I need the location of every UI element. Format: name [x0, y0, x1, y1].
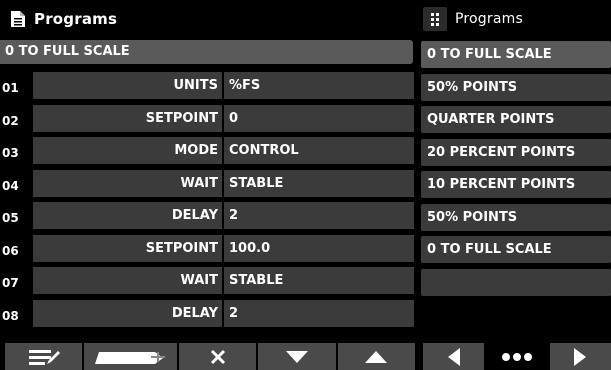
program-list-item[interactable]: 10 PERCENT POINTS: [421, 171, 611, 198]
step-index: 08: [2, 308, 19, 323]
page-title: Programs: [34, 10, 118, 28]
next-icon: [574, 347, 587, 366]
step-value[interactable]: 2: [224, 202, 414, 229]
program-list-item[interactable]: 50% POINTS: [421, 203, 611, 231]
step-parameter[interactable]: SETPOINT: [33, 234, 222, 262]
step-index: 06: [2, 243, 19, 258]
prev-icon: [447, 347, 460, 366]
step-row[interactable]: 08 DELAY 2: [0, 299, 415, 333]
list-header: Programs: [421, 0, 611, 38]
step-row[interactable]: 04 WAIT STABLE: [0, 169, 415, 203]
step-index: 05: [2, 211, 19, 225]
selected-program-name[interactable]: 0 TO FULL SCALE: [0, 40, 413, 64]
program-list-panel: Programs 0 TO FULL SCALE 50% POINTS QUAR…: [421, 0, 611, 370]
delete-icon: [210, 349, 226, 365]
step-parameter[interactable]: DELAY: [33, 202, 222, 229]
add-step-icon: [93, 348, 169, 366]
add-step-button[interactable]: [84, 343, 178, 370]
step-row[interactable]: 01 UNITS %FS: [0, 72, 415, 105]
step-index: 04: [2, 178, 19, 193]
step-row[interactable]: 02 SETPOINT 0: [0, 104, 415, 138]
step-parameter[interactable]: UNITS: [33, 72, 222, 99]
program-steps-table: 01 UNITS %FS 02 SETPOINT 0 03 MODE CONTR…: [0, 72, 415, 332]
step-parameter[interactable]: MODE: [33, 137, 222, 164]
step-parameter[interactable]: WAIT: [33, 169, 222, 197]
step-value[interactable]: 0: [224, 104, 414, 132]
menu-grid-icon[interactable]: [423, 7, 447, 31]
more-button[interactable]: [486, 343, 548, 370]
program-list-item[interactable]: 0 TO FULL SCALE: [421, 236, 611, 263]
step-index: 07: [2, 276, 19, 290]
move-down-icon: [286, 350, 309, 363]
step-value[interactable]: %FS: [224, 72, 414, 99]
editor-header: Programs: [0, 0, 415, 38]
list-title: Programs: [455, 11, 523, 27]
step-value[interactable]: 2: [224, 299, 414, 327]
step-value[interactable]: STABLE: [224, 169, 414, 197]
program-list-item[interactable]: 0 TO FULL SCALE: [421, 41, 611, 68]
step-index: 01: [2, 81, 19, 95]
document-icon: [10, 10, 26, 28]
move-up-icon: [365, 350, 388, 363]
edit-list-icon: [27, 348, 61, 366]
step-row[interactable]: 07 WAIT STABLE: [0, 267, 415, 300]
step-parameter[interactable]: SETPOINT: [33, 104, 222, 132]
step-value[interactable]: STABLE: [224, 267, 414, 294]
step-parameter[interactable]: WAIT: [33, 267, 222, 294]
program-list-item[interactable]: 50% POINTS: [421, 73, 611, 101]
program-list-item[interactable]: QUARTER POINTS: [421, 106, 611, 133]
step-value[interactable]: CONTROL: [224, 137, 414, 164]
program-list-item[interactable]: 20 PERCENT POINTS: [421, 138, 611, 166]
move-up-button[interactable]: [337, 343, 416, 370]
step-index: 02: [2, 113, 19, 128]
edit-list-button[interactable]: [5, 343, 83, 370]
prev-button[interactable]: [423, 343, 485, 370]
delete-step-button[interactable]: [179, 343, 257, 370]
step-row[interactable]: 06 SETPOINT 100.0: [0, 234, 415, 268]
step-row[interactable]: 03 MODE CONTROL: [0, 137, 415, 170]
program-editor-panel: Programs 0 TO FULL SCALE 01 UNITS %FS 02…: [0, 0, 416, 370]
step-index: 03: [2, 146, 19, 160]
editor-toolbar: [5, 343, 416, 370]
step-parameter[interactable]: DELAY: [33, 299, 222, 327]
step-row[interactable]: 05 DELAY 2: [0, 202, 415, 235]
move-down-button[interactable]: [258, 343, 336, 370]
list-toolbar: [423, 343, 611, 370]
program-list-item-empty[interactable]: [421, 268, 611, 296]
program-list: 0 TO FULL SCALE 50% POINTS QUARTER POINT…: [421, 41, 611, 301]
next-button[interactable]: [549, 343, 611, 370]
more-icon: [501, 352, 533, 362]
step-value[interactable]: 100.0: [224, 234, 414, 262]
